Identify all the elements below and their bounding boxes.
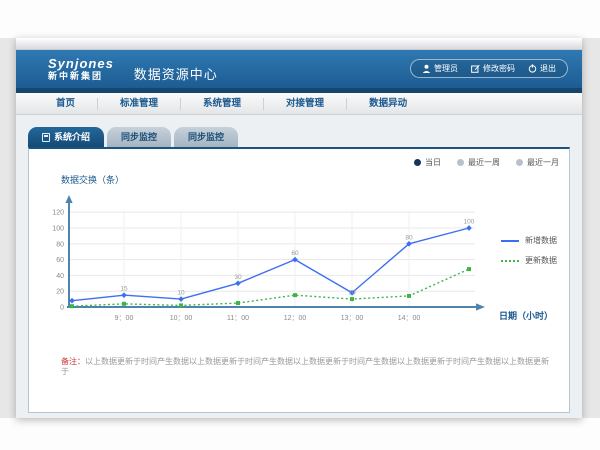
svg-text:100: 100 bbox=[464, 219, 475, 226]
radio-unselected-icon bbox=[516, 159, 523, 166]
app-window: Synjones 新中新集团 数据资源中心 管理员 修改密码 退出 bbox=[16, 38, 582, 418]
screenshot-stage: Synjones 新中新集团 数据资源中心 管理员 修改密码 退出 bbox=[0, 0, 600, 450]
tab-system-intro[interactable]: 系统介绍 bbox=[28, 127, 104, 147]
page-title: 数据资源中心 bbox=[134, 64, 218, 83]
chart-legend: 新增数据 更新数据 bbox=[501, 235, 557, 266]
nav-item-home[interactable]: 首页 bbox=[34, 98, 98, 110]
svg-text:15: 15 bbox=[120, 286, 128, 293]
tab-sync-monitor-2-label: 同步监控 bbox=[188, 127, 224, 147]
brand-logo-text: Synjones bbox=[48, 57, 114, 70]
filter-option-last-month[interactable]: 最近一月 bbox=[516, 157, 559, 168]
change-password-button[interactable]: 修改密码 bbox=[471, 63, 515, 74]
footnote: 备注：以上数据更新于时间产生数据以上数据更新于时间产生数据以上数据更新于时间产生… bbox=[61, 357, 549, 378]
logout-button[interactable]: 退出 bbox=[528, 63, 556, 74]
svg-text:11：00: 11：00 bbox=[227, 315, 249, 322]
y-axis-title: 数据交换（条） bbox=[61, 173, 124, 186]
change-password-label: 修改密码 bbox=[483, 63, 515, 74]
tab-bar: 系统介绍 同步监控 同步监控 bbox=[28, 127, 570, 147]
svg-text:80: 80 bbox=[405, 234, 413, 241]
radio-unselected-icon bbox=[457, 159, 464, 166]
svg-text:10: 10 bbox=[348, 290, 356, 297]
main-nav: 首页 标准管理 系统管理 对接管理 数据异动 bbox=[16, 93, 582, 115]
window-top-strip bbox=[16, 38, 582, 50]
radio-selected-icon bbox=[414, 159, 421, 166]
svg-text:12：00: 12：00 bbox=[284, 315, 307, 322]
footnote-text: 以上数据更新于时间产生数据以上数据更新于时间产生数据以上数据更新于时间产生数据以… bbox=[61, 357, 549, 376]
document-icon bbox=[42, 133, 50, 142]
user-toolbar: 管理员 修改密码 退出 bbox=[410, 59, 568, 78]
svg-text:80: 80 bbox=[56, 241, 64, 248]
filter-option-last-month-label: 最近一月 bbox=[527, 157, 559, 168]
user-icon bbox=[422, 64, 431, 73]
legend-update-data-label: 更新数据 bbox=[525, 255, 557, 266]
legend-line-dotted-icon bbox=[501, 260, 519, 262]
svg-text:10: 10 bbox=[177, 290, 185, 297]
time-range-filter: 当日 最近一周 最近一月 bbox=[414, 157, 559, 168]
power-icon bbox=[528, 64, 537, 73]
edit-icon bbox=[471, 64, 480, 73]
nav-item-interface-mgmt[interactable]: 对接管理 bbox=[264, 98, 347, 110]
filter-option-today[interactable]: 当日 bbox=[414, 157, 441, 168]
svg-text:40: 40 bbox=[56, 273, 64, 280]
chart-panel: 当日 最近一周 最近一月 数据交换（条） 0 20 40 60 80 100 120 9：00… bbox=[28, 147, 570, 413]
x-axis-title: 日期（小时） bbox=[499, 309, 553, 322]
legend-item-update-data: 更新数据 bbox=[501, 255, 557, 266]
legend-line-solid-icon bbox=[501, 240, 519, 242]
current-user-label: 管理员 bbox=[434, 63, 458, 74]
line-chart: 0 20 40 60 80 100 120 9：00 10：00 11：00 12：00 13：00 1… bbox=[39, 187, 499, 337]
svg-text:0: 0 bbox=[60, 305, 64, 312]
tab-sync-monitor-1-label: 同步监控 bbox=[121, 127, 157, 147]
svg-text:10：00: 10：00 bbox=[170, 315, 193, 322]
app-header: Synjones 新中新集团 数据资源中心 管理员 修改密码 退出 bbox=[16, 50, 582, 88]
svg-text:20: 20 bbox=[56, 289, 64, 296]
footnote-prefix: 备注： bbox=[61, 357, 85, 366]
current-user-button[interactable]: 管理员 bbox=[422, 63, 458, 74]
svg-text:100: 100 bbox=[52, 226, 64, 233]
svg-text:14：00: 14：00 bbox=[398, 315, 421, 322]
svg-text:60: 60 bbox=[291, 250, 299, 257]
svg-text:13：00: 13：00 bbox=[341, 315, 364, 322]
tab-system-intro-label: 系统介绍 bbox=[54, 127, 90, 147]
svg-text:9：00: 9：00 bbox=[115, 315, 134, 322]
svg-text:30: 30 bbox=[234, 274, 242, 281]
tab-sync-monitor-2[interactable]: 同步监控 bbox=[174, 127, 238, 147]
brand-logo: Synjones 新中新集团 bbox=[48, 57, 114, 81]
tab-sync-monitor-1[interactable]: 同步监控 bbox=[107, 127, 171, 147]
svg-text:120: 120 bbox=[52, 210, 64, 217]
brand-logo-cn: 新中新集团 bbox=[48, 72, 114, 81]
content-area: 系统介绍 同步监控 同步监控 当日 最近一周 bbox=[16, 115, 582, 418]
filter-option-today-label: 当日 bbox=[425, 157, 441, 168]
legend-item-new-data: 新增数据 bbox=[501, 235, 557, 246]
logout-label: 退出 bbox=[540, 63, 556, 74]
nav-item-system-mgmt[interactable]: 系统管理 bbox=[181, 98, 264, 110]
svg-text:60: 60 bbox=[56, 257, 64, 264]
filter-option-last-week-label: 最近一周 bbox=[468, 157, 500, 168]
nav-item-data-change[interactable]: 数据异动 bbox=[347, 98, 429, 110]
legend-new-data-label: 新增数据 bbox=[525, 235, 557, 246]
nav-item-standard-mgmt[interactable]: 标准管理 bbox=[98, 98, 181, 110]
filter-option-last-week[interactable]: 最近一周 bbox=[457, 157, 500, 168]
